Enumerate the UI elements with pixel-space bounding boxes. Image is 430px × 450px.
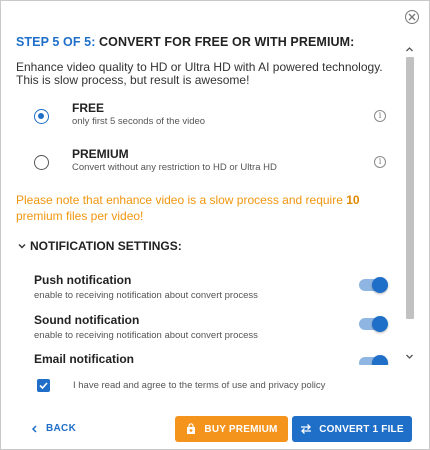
- buy-premium-button[interactable]: BUY PREMIUM: [175, 416, 288, 442]
- chevron-down-icon: [18, 244, 26, 249]
- convert-button[interactable]: CONVERT 1 FILE: [292, 416, 412, 442]
- back-label: BACK: [46, 423, 77, 434]
- step-label: STEP 5 OF 5:: [16, 35, 96, 49]
- convert-label: CONVERT 1 FILE: [319, 423, 404, 435]
- email-notification-title: Email notification: [34, 352, 135, 364]
- warning-text-after: premium files per video!: [16, 209, 144, 223]
- option-premium-subtitle: Convert without any restriction to HD or…: [72, 162, 277, 173]
- premium-warning: Please note that enhance video is a slow…: [16, 192, 386, 224]
- email-notification-toggle[interactable]: [359, 355, 388, 365]
- swap-arrows-icon: [301, 424, 312, 434]
- dialog-title: CONVERT FOR FREE OR WITH PREMIUM:: [99, 35, 355, 49]
- free-radio[interactable]: [34, 109, 49, 124]
- push-notification-setting: Push notification enable to receiving no…: [34, 273, 394, 301]
- check-icon: [39, 382, 48, 390]
- close-icon[interactable]: [405, 10, 419, 24]
- sound-notification-toggle[interactable]: [359, 316, 388, 332]
- info-icon[interactable]: i: [374, 110, 386, 122]
- sound-notification-subtitle: enable to receiving notification about c…: [34, 330, 258, 341]
- option-free-subtitle: only first 5 seconds of the video: [72, 116, 206, 127]
- scroll-up-icon[interactable]: [406, 46, 413, 53]
- email-toggle-clip: [356, 353, 392, 365]
- chevron-left-icon: [31, 424, 37, 433]
- sound-notification-title: Sound notification: [34, 313, 140, 327]
- notification-settings-header: NOTIFICATION SETTINGS:: [30, 239, 182, 253]
- scroll-down-icon[interactable]: [406, 353, 413, 360]
- option-free-title: FREE: [72, 101, 105, 115]
- warning-count: 10: [346, 193, 360, 207]
- terms-text: I have read and agree to the terms of us…: [73, 380, 326, 391]
- sound-notification-setting: Sound notification enable to receiving n…: [34, 313, 394, 341]
- buy-premium-label: BUY PREMIUM: [204, 423, 278, 435]
- terms-checkbox[interactable]: [37, 379, 50, 392]
- push-notification-toggle[interactable]: [359, 277, 388, 293]
- step-title: STEP 5 OF 5: CONVERT FOR FREE OR WITH PR…: [16, 35, 354, 49]
- shopping-bag-icon: [187, 423, 196, 434]
- push-notification-subtitle: enable to receiving notification about c…: [34, 290, 258, 301]
- back-button[interactable]: BACK: [31, 423, 76, 434]
- scrollbar[interactable]: [404, 43, 415, 365]
- email-notification-setting: Email notification: [34, 352, 394, 364]
- intro-text: Enhance video quality to HD or Ultra HD …: [16, 60, 383, 87]
- convert-dialog: STEP 5 OF 5: CONVERT FOR FREE OR WITH PR…: [0, 0, 430, 450]
- option-premium-title: PREMIUM: [72, 147, 129, 161]
- notification-settings-toggle[interactable]: NOTIFICATION SETTINGS:: [18, 239, 182, 253]
- premium-radio[interactable]: [34, 155, 49, 170]
- terms-agreement: I have read and agree to the terms of us…: [37, 379, 325, 392]
- warning-text-before: Please note that enhance video is a slow…: [16, 193, 347, 207]
- push-notification-title: Push notification: [34, 273, 132, 287]
- info-icon[interactable]: i: [374, 156, 386, 168]
- scrollbar-thumb[interactable]: [406, 57, 414, 319]
